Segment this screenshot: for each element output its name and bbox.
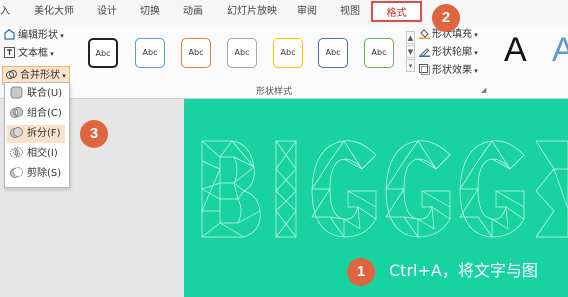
tab-view[interactable]: 视图 [340,0,360,24]
shape-outline-label: 形状轮廓 [432,47,472,58]
ribbon-panel: 编辑形状 ▾ 文本框 ▾ 合并形状 ▾ Abc Abc Abc Abc Abc … [0,25,568,99]
gallery-more-button[interactable]: ▾ [406,59,415,72]
slide[interactable]: Ctrl+A，将文字与图 [184,99,568,297]
union-icon [10,86,23,99]
menu-item-fragment[interactable]: 拆分(F) [7,125,65,143]
shape-style-3[interactable]: Abc [181,38,211,68]
tab-review[interactable]: 审阅 [297,0,317,24]
shape-style-1[interactable]: Abc [88,38,118,68]
merge-shapes-icon [6,69,17,80]
shape-style-6[interactable]: Abc [318,38,348,68]
menu-item-intersect[interactable]: 相交(I) [7,145,65,163]
gallery-scroll-up-button[interactable]: ▲ [406,31,415,44]
gallery-scroll-down-button[interactable]: ▼ [406,45,415,58]
merge-shapes-dropdown: 联合(U) 组合(C) 拆分(F) 相交(I) 剪除(S) [4,82,70,188]
ribbon-tab-bar: 入 美化大师 设计 切换 动画 幻灯片放映 审阅 视图 格式 [0,0,568,26]
menu-item-combine-label: 组合(C) [27,108,62,119]
shape-style-7[interactable]: Abc [364,38,394,68]
step-badge-2: 2 [432,4,460,32]
combine-icon [10,106,23,119]
tab-beautify[interactable]: 美化大师 [34,0,74,24]
shape-style-gallery: Abc Abc Abc Abc Abc Abc Abc [80,29,415,97]
menu-item-subtract[interactable]: 剪除(S) [7,165,65,183]
menu-item-fragment-label: 拆分(F) [27,128,61,139]
merge-shapes-label: 合并形状 [20,70,60,81]
shape-effects-icon [419,64,430,75]
menu-item-union[interactable]: 联合(U) [7,85,65,103]
shape-styles-launcher-icon[interactable]: ◢ [481,86,486,94]
menu-item-union-label: 联合(U) [27,88,63,99]
tab-animation[interactable]: 动画 [183,0,203,24]
wordart-style-2[interactable]: A [552,30,568,70]
step-badge-3: 3 [80,120,108,148]
tab-insert[interactable]: 入 [0,0,10,24]
tab-design[interactable]: 设计 [97,0,117,24]
tab-slideshow[interactable]: 幻灯片放映 [227,0,277,24]
shape-effects-label: 形状效果 [432,65,472,76]
shape-styles-group-label: 形状样式 [256,87,293,97]
edit-shape-button[interactable]: 编辑形状 ▾ [4,27,64,44]
menu-item-subtract-label: 剪除(S) [27,168,62,179]
subtract-icon [10,166,23,179]
shape-style-5[interactable]: Abc [273,38,303,68]
slide-instruction-text: Ctrl+A，将文字与图 [389,261,538,280]
textbox-button[interactable]: 文本框 ▾ [4,45,54,62]
wordart-style-1[interactable]: A [504,30,527,70]
textbox-icon [4,47,15,58]
shape-style-4[interactable]: Abc [227,38,257,68]
pencil-icon [419,46,430,58]
edit-shape-label: 编辑形状 [18,30,58,41]
menu-item-combine[interactable]: 组合(C) [7,105,65,123]
shape-style-2[interactable]: Abc [135,38,165,68]
tab-format[interactable]: 格式 [371,1,422,22]
textbox-label: 文本框 [18,48,48,59]
paint-bucket-icon [419,28,430,39]
fragment-icon [10,126,23,139]
edit-shape-icon [4,29,15,40]
step-badge-1: 1 [347,258,375,286]
menu-item-intersect-label: 相交(I) [27,148,58,159]
intersect-icon [10,146,23,159]
shape-outline-button[interactable]: 形状轮廓 ▾ [419,45,478,60]
shape-effects-button[interactable]: 形状效果 ▾ [419,63,478,78]
tab-transition[interactable]: 切换 [140,0,160,24]
